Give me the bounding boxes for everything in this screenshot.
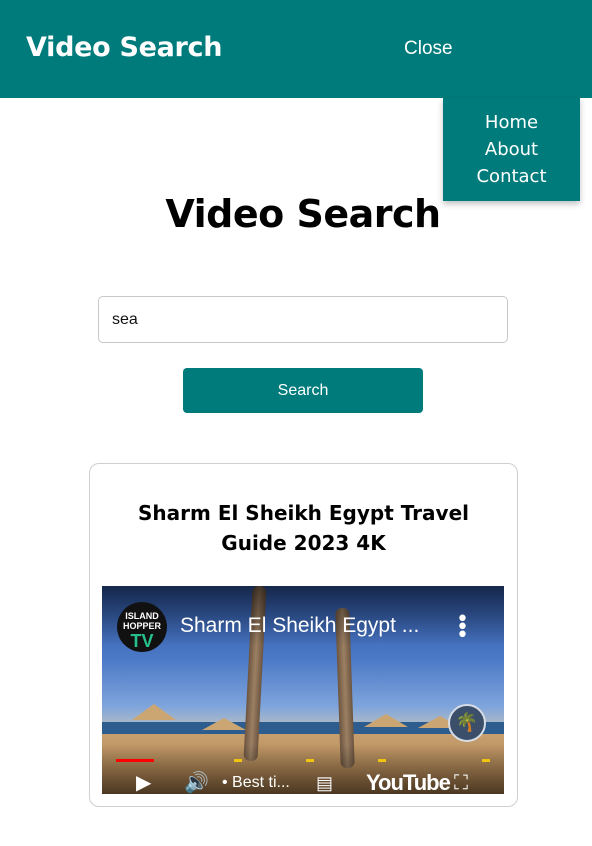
beach-umbrella <box>364 714 408 727</box>
search-input[interactable] <box>98 296 508 343</box>
top-bar: Video Search Close <box>0 0 592 98</box>
progress-chapter-marker <box>234 759 242 762</box>
fullscreen-icon[interactable]: ⛶ <box>454 772 468 794</box>
progress-chapter-marker <box>306 759 314 762</box>
beach-umbrella <box>202 718 246 730</box>
menu-item-about[interactable]: About <box>443 136 580 163</box>
nav-dropdown-menu: Home About Contact <box>443 98 580 201</box>
channel-logo[interactable]: ISLAND HOPPER TV <box>117 602 167 652</box>
menu-item-contact[interactable]: Contact <box>443 163 580 190</box>
video-result-card: Sharm El Sheikh Egypt Travel Guide 2023 … <box>89 463 518 807</box>
page-title: Video Search <box>165 192 441 236</box>
video-result-title: Sharm El Sheikh Egypt Travel Guide 2023 … <box>138 501 469 555</box>
channel-logo-tv: TV <box>130 631 154 651</box>
youtube-logo[interactable]: YouTube <box>366 770 451 794</box>
search-button[interactable]: Search <box>183 368 423 413</box>
palm-badge-icon: 🌴 <box>448 704 486 742</box>
volume-icon[interactable]: 🔊 <box>184 772 209 794</box>
video-controls: ▶ 🔊 • Best ti... ▤ YouTube ⛶ <box>102 770 504 794</box>
menu-item-home[interactable]: Home <box>443 109 580 136</box>
video-progress-bar[interactable] <box>116 759 490 762</box>
beach-umbrella <box>132 704 176 720</box>
menu-dots-icon[interactable]: • • • <box>456 609 469 647</box>
chapter-title: • Best ti... <box>222 774 290 791</box>
channel-logo-text: ISLAND HOPPER <box>122 611 161 631</box>
progress-played <box>116 759 154 762</box>
progress-chapter-marker <box>482 759 490 762</box>
progress-chapter-marker <box>378 759 386 762</box>
video-overlay-title[interactable]: Sharm El Sheikh Egypt ... <box>180 614 419 638</box>
video-player[interactable]: ISLAND HOPPER TV Sharm El Sheikh Egypt .… <box>102 586 504 794</box>
brand-title[interactable]: Video Search <box>26 32 222 63</box>
close-button[interactable]: Close <box>404 38 453 60</box>
subtitles-icon[interactable]: ▤ <box>316 772 333 794</box>
play-icon[interactable]: ▶ <box>136 772 151 794</box>
